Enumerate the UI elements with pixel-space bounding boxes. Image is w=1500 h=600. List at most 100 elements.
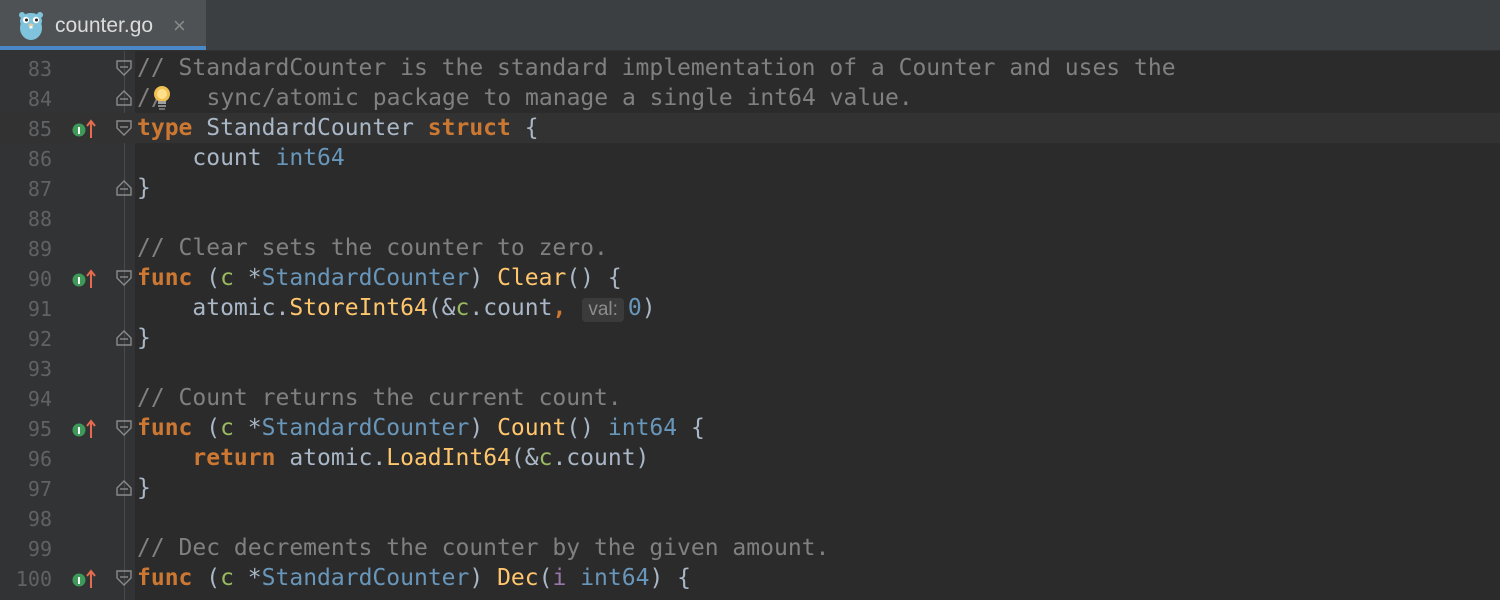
comment: // StandardCounter is the standard imple…: [137, 55, 1176, 81]
code-line: 86 count int64: [0, 143, 1500, 173]
type-name: int64: [275, 145, 345, 171]
line-number: 96: [27, 447, 52, 471]
keyword: struct: [427, 115, 511, 141]
code-line: 94 // Count returns the current count.: [0, 383, 1500, 413]
punctuation: () {: [566, 265, 622, 291]
code-text: func (c *StandardCounter) Clear() {: [137, 265, 622, 291]
implements-interface-icon[interactable]: I: [71, 119, 97, 139]
line-number: 87: [27, 177, 52, 201]
tab-counter-go[interactable]: counter.go ×: [0, 0, 206, 50]
keyword: func: [137, 565, 193, 591]
fold-open-icon[interactable]: [115, 59, 133, 77]
type-name: StandardCounter: [261, 415, 470, 441]
line-number: 86: [27, 147, 52, 171]
keyword: func: [137, 265, 193, 291]
code-text: // sync/atomic package to manage a singl…: [137, 85, 913, 111]
line-number: 89: [27, 237, 52, 261]
line-number: 85: [27, 117, 52, 141]
code-text: func (c *StandardCounter) Dec(i int64) {: [137, 565, 691, 591]
fold-open-icon[interactable]: [115, 569, 133, 587]
implements-interface-icon[interactable]: I: [71, 269, 97, 289]
receiver: c: [538, 445, 553, 471]
field-name: .count: [469, 295, 553, 321]
code-line: 99 // Dec decrements the counter by the …: [0, 533, 1500, 563]
punctuation: (: [538, 565, 553, 591]
punctuation: ): [469, 415, 498, 441]
line-number: 83: [27, 57, 52, 81]
punctuation: ) {: [649, 565, 691, 591]
code-text: type StandardCounter struct {: [137, 115, 539, 141]
implements-interface-icon[interactable]: I: [71, 419, 97, 439]
code-text: }: [137, 175, 151, 201]
line-number: 100: [15, 567, 52, 591]
comment: // Clear sets the counter to zero.: [137, 235, 608, 261]
punctuation: ,: [552, 295, 567, 321]
punctuation: (&: [427, 295, 456, 321]
receiver: c: [220, 565, 234, 591]
lightbulb-icon[interactable]: [151, 84, 173, 112]
editor-tab-bar: counter.go ×: [0, 0, 1500, 51]
code-line: 92 }: [0, 323, 1500, 353]
package-name: atomic.: [137, 295, 290, 321]
tab-active-indicator: [0, 46, 206, 50]
type-name: int64: [607, 415, 678, 441]
fold-close-icon[interactable]: [115, 479, 133, 497]
function-name: LoadInt64: [386, 445, 511, 471]
field-name: .count): [552, 445, 650, 471]
code-line: 95 I func (c *StandardCounter) Count() i…: [0, 413, 1500, 443]
code-text: }: [137, 325, 151, 351]
code-text: count int64: [137, 145, 345, 171]
gopher-icon: [19, 12, 43, 40]
parameter-hint: val:: [582, 298, 624, 322]
punctuation: ): [641, 295, 656, 321]
type-name: int64: [580, 565, 650, 591]
type-name: StandardCounter: [192, 115, 428, 141]
parameter-name: i: [552, 565, 567, 591]
tab-close-icon[interactable]: ×: [173, 13, 186, 39]
code-editor[interactable]: 83 // StandardCounter is the standard im…: [0, 51, 1500, 600]
svg-text:I: I: [77, 576, 81, 587]
function-name: Count: [497, 415, 567, 441]
code-line: 83 // StandardCounter is the standard im…: [0, 53, 1500, 83]
field-name: count: [137, 145, 276, 171]
line-number: 84: [27, 87, 52, 111]
line-number: 92: [27, 327, 52, 351]
line-number: 97: [27, 477, 52, 501]
line-number: 94: [27, 387, 52, 411]
svg-text:I: I: [77, 276, 81, 287]
punctuation: ): [469, 565, 498, 591]
line-number: 95: [27, 417, 52, 441]
svg-text:I: I: [77, 426, 81, 437]
code-line: 90 I func (c *StandardCounter) Clear() {: [0, 263, 1500, 293]
fold-close-icon[interactable]: [115, 179, 133, 197]
punctuation: {: [510, 115, 539, 141]
fold-close-icon[interactable]: [115, 329, 133, 347]
code-line: 87 }: [0, 173, 1500, 203]
punctuation: *: [233, 565, 262, 591]
comment: sync/atomic package to manage a single i…: [192, 85, 913, 111]
type-name: StandardCounter: [261, 265, 470, 291]
function-name: Dec: [497, 565, 539, 591]
comment: // Count returns the current count.: [137, 385, 622, 411]
line-number: 98: [27, 507, 52, 531]
comment: // Dec decrements the counter by the giv…: [137, 535, 830, 561]
implements-interface-icon[interactable]: I: [71, 569, 97, 589]
fold-close-icon[interactable]: [115, 89, 133, 107]
receiver: c: [220, 265, 234, 291]
line-number: 99: [27, 537, 52, 561]
code-line: 89 // Clear sets the counter to zero.: [0, 233, 1500, 263]
punctuation: (: [192, 565, 221, 591]
punctuation: (&: [510, 445, 539, 471]
fold-open-icon[interactable]: [115, 269, 133, 287]
receiver: c: [220, 415, 234, 441]
package-name: atomic.: [275, 445, 387, 471]
type-name: StandardCounter: [261, 565, 470, 591]
svg-text:I: I: [77, 126, 81, 137]
line-number: 90: [27, 267, 52, 291]
keyword: type: [137, 115, 193, 141]
keyword: func: [137, 415, 193, 441]
fold-open-icon[interactable]: [115, 419, 133, 437]
fold-open-icon[interactable]: [115, 119, 133, 137]
code-line: 88: [0, 203, 1500, 233]
code-text: return atomic.LoadInt64(&c.count): [137, 445, 649, 471]
